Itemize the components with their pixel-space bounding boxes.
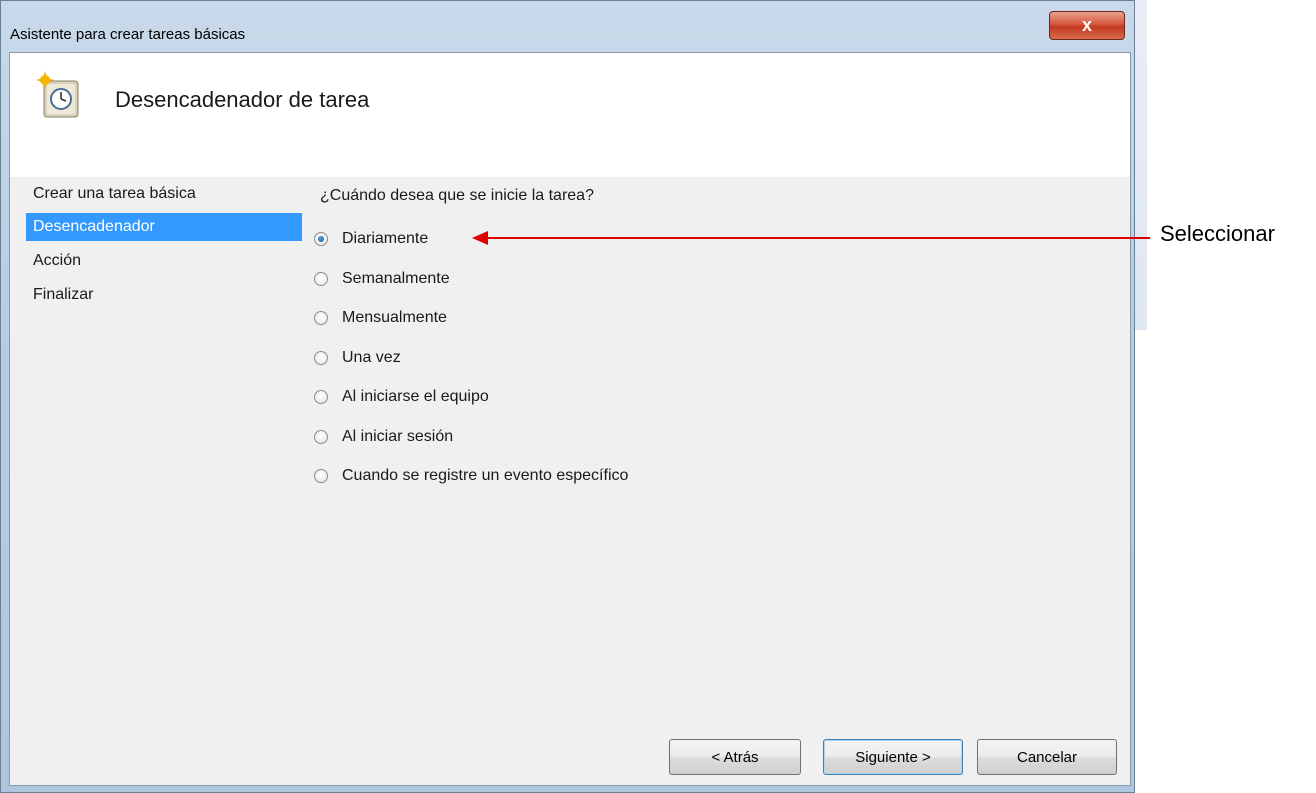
radio-option-una-vez[interactable]: Una vez xyxy=(314,345,401,371)
wizard-client-area: Desencadenador de tarea Crear una tarea … xyxy=(9,52,1131,786)
radio-unchecked-icon[interactable] xyxy=(314,311,328,325)
radio-option-iniciar-sesion[interactable]: Al iniciar sesión xyxy=(314,424,453,450)
next-button[interactable]: Siguiente > xyxy=(823,739,963,775)
radio-label: Al iniciarse el equipo xyxy=(342,388,489,405)
trigger-question: ¿Cuándo desea que se inicie la tarea? xyxy=(320,187,594,204)
radio-unchecked-icon[interactable] xyxy=(314,469,328,483)
radio-label: Una vez xyxy=(342,349,401,366)
radio-option-mensualmente[interactable]: Mensualmente xyxy=(314,305,447,331)
radio-unchecked-icon[interactable] xyxy=(314,390,328,404)
radio-label: Cuando se registre un evento específico xyxy=(342,467,629,484)
radio-option-diariamente[interactable]: Diariamente xyxy=(314,226,428,252)
wizard-window: Asistente para crear tareas básicas x De… xyxy=(0,0,1135,793)
sidebar-item-accion[interactable]: Acción xyxy=(26,247,302,275)
close-icon: x xyxy=(1081,15,1092,35)
radio-label: Diariamente xyxy=(342,230,429,247)
annotation-label: Seleccionar xyxy=(1160,221,1275,246)
task-scheduler-clock-icon xyxy=(36,71,79,118)
annotation-arrow xyxy=(472,231,1150,245)
sidebar-item-desencadenador[interactable]: Desencadenador xyxy=(26,213,302,241)
window-title: Asistente para crear tareas básicas xyxy=(10,26,246,43)
sidebar-item-crear-tarea[interactable]: Crear una tarea básica xyxy=(26,180,302,208)
radio-option-iniciarse-equipo[interactable]: Al iniciarse el equipo xyxy=(314,384,489,410)
radio-option-semanalmente[interactable]: Semanalmente xyxy=(314,266,450,292)
cancel-button[interactable]: Cancelar xyxy=(977,739,1117,775)
radio-unchecked-icon[interactable] xyxy=(314,272,328,286)
sidebar-item-finalizar[interactable]: Finalizar xyxy=(26,281,302,309)
back-button[interactable]: < Atrás xyxy=(669,739,801,775)
page-title: Desencadenador de tarea xyxy=(115,87,370,112)
radio-option-evento-especifico[interactable]: Cuando se registre un evento específico xyxy=(314,463,628,489)
radio-label: Al iniciar sesión xyxy=(342,428,454,445)
radio-unchecked-icon[interactable] xyxy=(314,430,328,444)
radio-label: Semanalmente xyxy=(342,270,450,287)
radio-checked-icon[interactable] xyxy=(314,232,328,246)
radio-label: Mensualmente xyxy=(342,309,447,326)
title-bar[interactable]: Asistente para crear tareas básicas x xyxy=(1,1,1134,43)
background-window-edge xyxy=(1135,0,1147,330)
wizard-steps-nav: Crear una tarea básica Desencadenador Ac… xyxy=(10,177,306,785)
close-button[interactable]: x xyxy=(1049,11,1125,40)
wizard-header: Desencadenador de tarea xyxy=(10,53,1130,177)
radio-unchecked-icon[interactable] xyxy=(314,351,328,365)
